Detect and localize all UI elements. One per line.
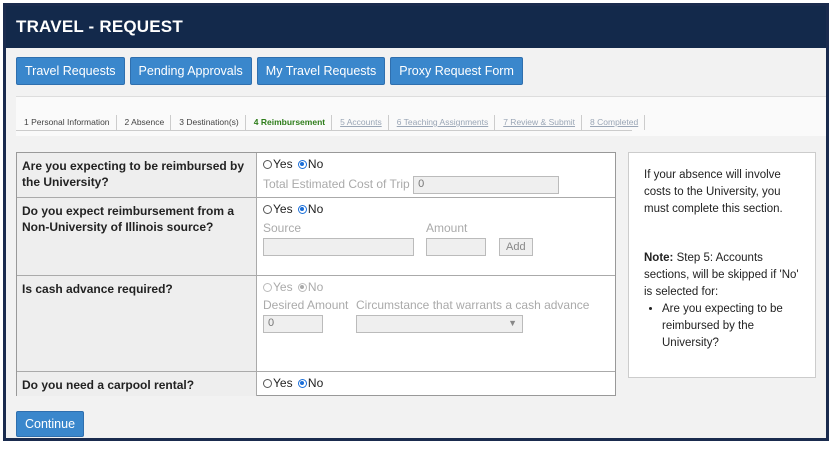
radio-circle	[263, 204, 272, 214]
radio-circle	[297, 282, 307, 292]
travel-requests-button[interactable]: Travel Requests	[16, 57, 125, 85]
radio-circle	[263, 282, 272, 292]
non-university-no-radio[interactable]: No	[297, 202, 323, 216]
step-destinations[interactable]: 3 Destination(s)	[171, 115, 246, 130]
circumstance-label: Circumstance that warrants a cash advanc…	[356, 297, 590, 312]
amount-label: Amount	[426, 220, 468, 235]
desired-amount-label: Desired Amount	[263, 297, 349, 312]
sidebar-intro: If your absence will involve costs to th…	[644, 169, 783, 215]
info-sidebar: If your absence will involve costs to th…	[628, 152, 816, 378]
step-personal-information[interactable]: 1 Personal Information	[16, 115, 117, 130]
sidebar-bullet: Are you expecting to be reimbursed by th…	[662, 301, 800, 352]
question-non-university: Do you expect reimbursement from a Non-U…	[17, 198, 257, 275]
step-reimbursement: 4 Reimbursement	[246, 115, 333, 130]
non-university-yes-radio[interactable]: Yes	[263, 202, 293, 216]
desired-amount-input[interactable]: 0	[263, 314, 323, 333]
step-teaching-assignments: 6 Teaching Assignments	[389, 115, 496, 130]
radio-circle	[297, 204, 307, 214]
cash-advance-yes-radio[interactable]: Yes	[263, 280, 293, 294]
form-row-cash-advance: Is cash advance required? Yes No Desired…	[17, 276, 615, 372]
reimbursed-no-radio[interactable]: No	[297, 157, 323, 171]
total-cost-label: Total Estimated Cost of Trip	[263, 176, 410, 191]
carpool-no-radio[interactable]: No	[297, 376, 323, 390]
form-row-reimbursed: Are you expecting to be reimbursed by th…	[17, 153, 615, 198]
source-label: Source	[263, 220, 302, 235]
chevron-down-icon: ▼	[508, 317, 517, 328]
step-accounts: 5 Accounts	[332, 115, 389, 130]
step-progress: 1 Personal Information 2 Absence 3 Desti…	[16, 96, 826, 136]
step-completed: 8 Completed	[582, 115, 646, 130]
circumstance-select[interactable]: ▼	[356, 314, 523, 333]
page-title: TRAVEL - REQUEST	[16, 17, 183, 36]
step-review-submit: 7 Review & Submit	[495, 115, 583, 130]
radio-circle	[297, 159, 307, 169]
radio-circle	[263, 378, 272, 388]
amount-input[interactable]	[426, 237, 486, 256]
sidebar-note: Note: Step 5: Accounts sections, will be…	[644, 252, 799, 298]
add-source-button[interactable]: Add	[499, 237, 533, 256]
reimbursement-form: Are you expecting to be reimbursed by th…	[16, 152, 616, 396]
carpool-yes-radio[interactable]: Yes	[263, 376, 293, 390]
step-absence[interactable]: 2 Absence	[117, 115, 172, 130]
top-navigation: Travel Requests Pending Approvals My Tra…	[16, 57, 523, 85]
form-row-non-university: Do you expect reimbursement from a Non-U…	[17, 198, 615, 276]
my-travel-requests-button[interactable]: My Travel Requests	[256, 57, 386, 85]
source-input[interactable]	[263, 237, 414, 256]
page-header: TRAVEL - REQUEST	[6, 6, 826, 48]
sidebar-bullet-list: Are you expecting to be reimbursed by th…	[662, 301, 800, 352]
pending-approvals-button[interactable]: Pending Approvals	[129, 57, 252, 85]
question-carpool: Do you need a carpool rental?	[17, 372, 257, 396]
radio-circle	[297, 378, 307, 388]
reimbursed-yes-radio[interactable]: Yes	[263, 157, 293, 171]
cash-advance-no-radio[interactable]: No	[297, 280, 323, 294]
proxy-request-form-button[interactable]: Proxy Request Form	[390, 57, 523, 85]
continue-button[interactable]: Continue	[16, 411, 85, 437]
radio-circle	[263, 159, 272, 169]
question-cash-advance: Is cash advance required?	[17, 276, 257, 371]
form-row-carpool: Do you need a carpool rental? Yes No	[17, 372, 615, 396]
app-window: TRAVEL - REQUEST Travel Requests Pending…	[3, 3, 829, 441]
question-reimbursed: Are you expecting to be reimbursed by th…	[17, 153, 257, 197]
total-cost-input[interactable]: 0	[413, 175, 560, 194]
